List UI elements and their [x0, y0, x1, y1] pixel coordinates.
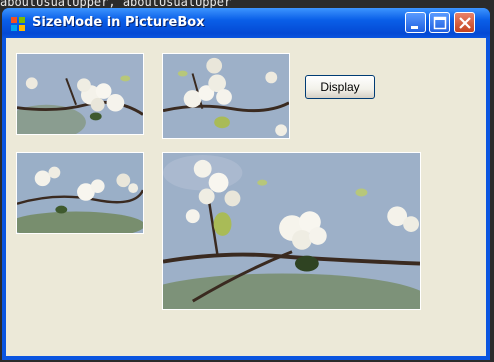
winforms-app-icon — [11, 17, 25, 31]
minimize-button[interactable] — [405, 12, 426, 33]
display-button[interactable]: Display — [305, 75, 375, 99]
apple-blossom-image — [163, 153, 420, 309]
form-window: SizeMode in PictureBox Display — [2, 8, 490, 360]
maximize-button[interactable] — [429, 12, 450, 33]
picturebox-4 — [162, 152, 421, 310]
apple-blossom-image — [17, 153, 143, 233]
close-icon — [459, 17, 471, 29]
maximize-icon — [433, 16, 447, 30]
form-client-area: Display — [6, 38, 486, 356]
picturebox-1 — [16, 53, 144, 135]
picturebox-2 — [162, 53, 290, 139]
window-title: SizeMode in PictureBox — [32, 15, 205, 30]
minimize-icon — [411, 26, 418, 29]
picturebox-3 — [16, 152, 144, 234]
apple-blossom-image — [17, 54, 143, 134]
apple-blossom-image — [163, 54, 289, 138]
close-button[interactable] — [454, 12, 475, 33]
title-bar[interactable]: SizeMode in PictureBox — [2, 8, 490, 38]
